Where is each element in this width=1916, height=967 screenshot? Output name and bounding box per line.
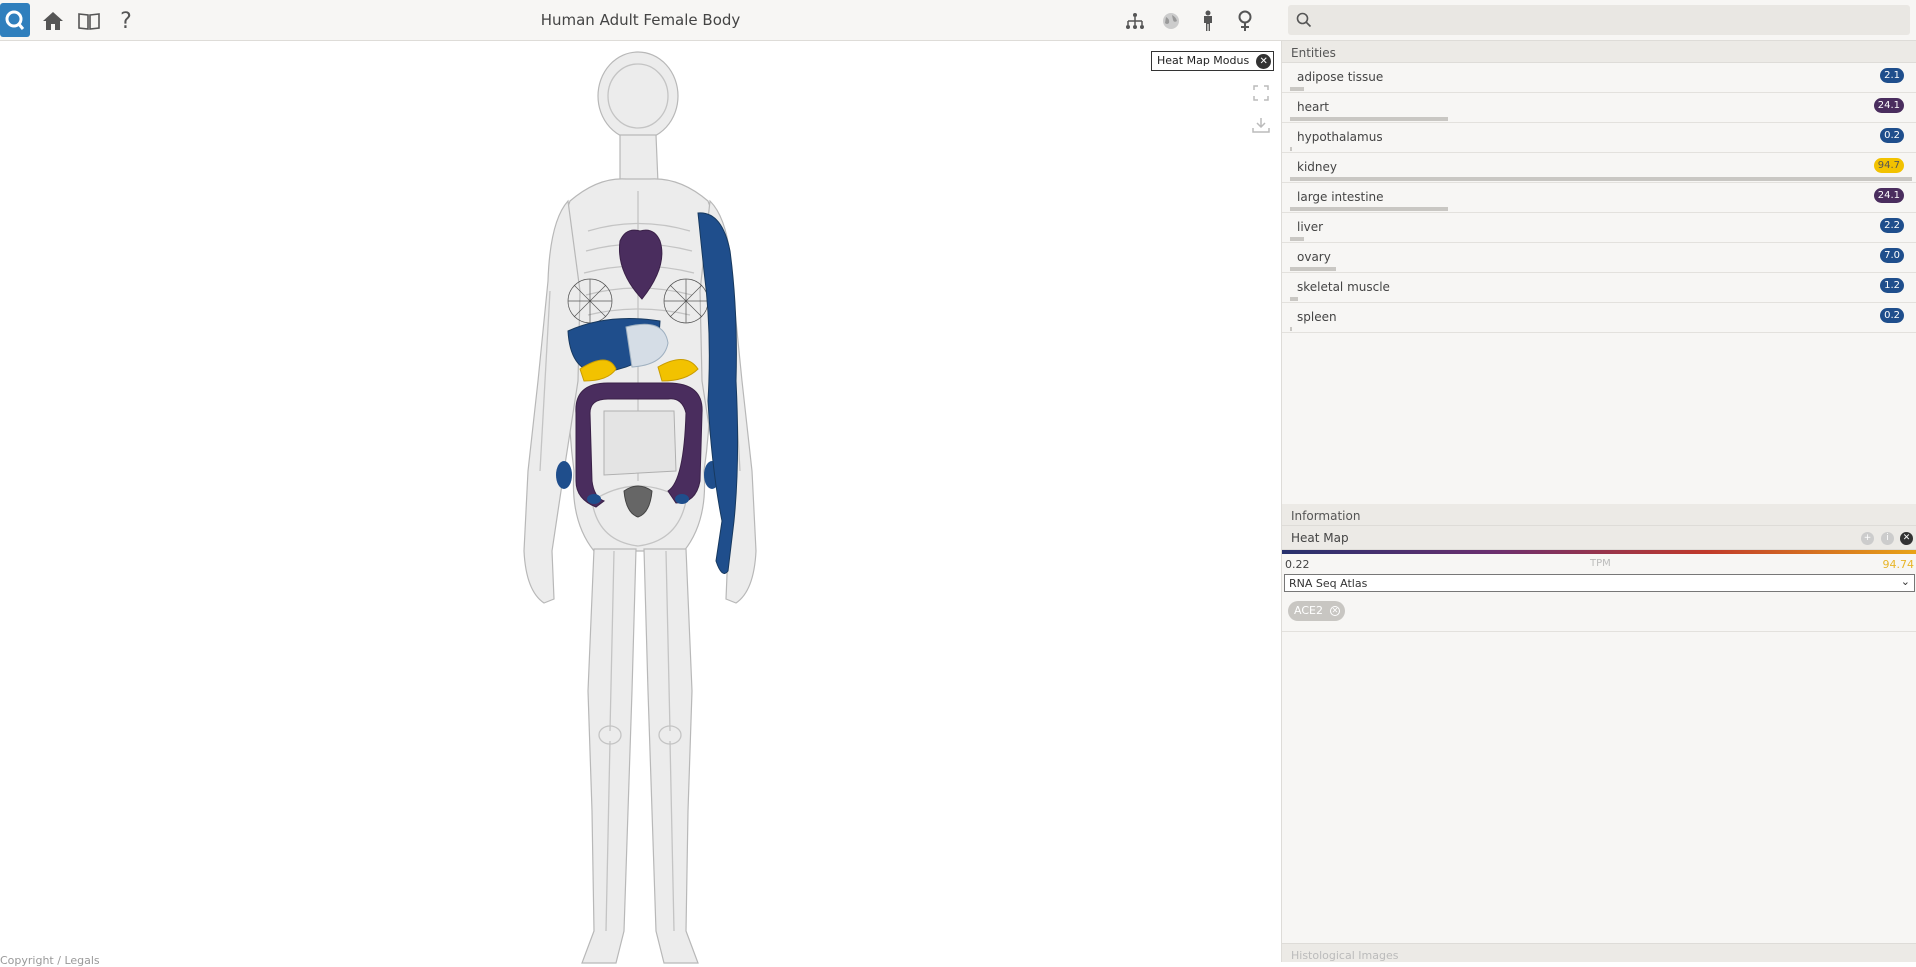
entity-bar <box>1290 117 1448 121</box>
left-ovary <box>587 494 601 504</box>
entity-value-badge: 24.1 <box>1873 98 1904 113</box>
download-icon[interactable] <box>1251 115 1271 135</box>
fullscreen-icon[interactable] <box>1251 83 1271 103</box>
search-icon <box>1296 12 1312 28</box>
heatmap-header: Heat Map + i ✕ <box>1282 526 1916 550</box>
search-box[interactable] <box>1288 5 1910 35</box>
dataset-select[interactable]: RNA Seq Atlas ⌄ <box>1284 574 1915 592</box>
entity-label: spleen <box>1297 310 1337 324</box>
entity-row[interactable]: large intestine 24.1 <box>1282 183 1916 213</box>
entity-value-badge: 2.2 <box>1880 218 1904 233</box>
close-icon[interactable]: ✕ <box>1900 532 1913 545</box>
small-intestine-organ <box>603 410 677 476</box>
app-logo-icon[interactable] <box>0 3 30 37</box>
entity-label: heart <box>1297 100 1329 114</box>
entity-row[interactable]: skeletal muscle 1.2 <box>1282 273 1916 303</box>
heatmap-label: Heat Map <box>1291 531 1349 545</box>
scale-max: 94.74 <box>1882 558 1915 571</box>
heatmap-scale: 0.22 TPM 94.74 <box>1282 554 1916 574</box>
entity-value-badge: 0.2 <box>1880 128 1904 143</box>
entity-row[interactable]: spleen 0.2 <box>1282 303 1916 333</box>
entity-label: large intestine <box>1297 190 1384 204</box>
hierarchy-icon[interactable] <box>1122 8 1148 34</box>
entity-row[interactable]: kidney 94.7 <box>1282 153 1916 183</box>
top-toolbar: ? Human Adult Female Body <box>0 0 1281 41</box>
entity-bar <box>1290 147 1292 151</box>
dataset-value: RNA Seq Atlas <box>1289 577 1368 590</box>
gene-chip[interactable]: ACE2 ✕ <box>1288 601 1345 621</box>
entity-label: hypothalamus <box>1297 130 1383 144</box>
entity-value-badge: 2.1 <box>1880 68 1904 83</box>
scale-unit: TPM <box>1590 558 1611 569</box>
search-bar <box>1281 0 1916 41</box>
book-icon[interactable] <box>76 8 102 34</box>
information-section: Information Heat Map + i ✕ 0.22 TPM 94.7… <box>1282 504 1916 632</box>
entity-value-badge: 94.7 <box>1873 158 1904 173</box>
entity-bar <box>1290 207 1448 211</box>
heatmap-mode-label: Heat Map Modus <box>1157 54 1250 67</box>
entities-header: Entities <box>1282 41 1916 63</box>
anatomy-canvas[interactable]: Heat Map Modus ✕ Copyright / Legals <box>0 41 1281 967</box>
gene-remove-icon[interactable]: ✕ <box>1329 606 1340 616</box>
entity-row[interactable]: ovary 7.0 <box>1282 243 1916 273</box>
entity-bar <box>1290 87 1304 91</box>
heatmap-mode-close-icon[interactable]: ✕ <box>1256 54 1272 69</box>
entity-label: ovary <box>1297 250 1331 264</box>
entity-label: adipose tissue <box>1297 70 1384 84</box>
information-header: Information <box>1282 504 1916 526</box>
entity-value-badge: 7.0 <box>1880 248 1904 263</box>
entity-label: skeletal muscle <box>1297 280 1390 294</box>
entity-value-badge: 24.1 <box>1873 188 1904 203</box>
right-ovary <box>675 494 689 504</box>
entity-bar <box>1290 267 1336 271</box>
globe-icon[interactable] <box>1158 8 1184 34</box>
page-title: Human Adult Female Body <box>540 11 741 29</box>
right-panel: Entities adipose tissue 2.1 heart 24.1 hypot… <box>1281 41 1916 962</box>
info-icon[interactable]: i <box>1881 532 1894 545</box>
entity-row[interactable]: hypothalamus 0.2 <box>1282 123 1916 153</box>
gene-area: ACE2 ✕ <box>1282 592 1916 632</box>
entity-row[interactable]: heart 24.1 <box>1282 93 1916 123</box>
chevron-down-icon: ⌄ <box>1900 575 1910 588</box>
entities-list: adipose tissue 2.1 heart 24.1 hypothalamus 0.… <box>1282 63 1916 504</box>
entity-value-badge: 0.2 <box>1880 308 1904 323</box>
entity-bar <box>1290 177 1912 181</box>
scale-min: 0.22 <box>1285 558 1310 571</box>
copyright-link[interactable]: Copyright / Legals <box>0 954 100 967</box>
female-body-illustration[interactable] <box>508 51 772 967</box>
entity-row[interactable]: liver 2.2 <box>1282 213 1916 243</box>
entity-label: liver <box>1297 220 1324 234</box>
entity-row[interactable]: adipose tissue 2.1 <box>1282 63 1916 93</box>
entity-value-badge: 1.2 <box>1880 278 1904 293</box>
search-input[interactable] <box>1318 9 1898 31</box>
entity-bar <box>1290 237 1304 241</box>
gene-label: ACE2 <box>1294 604 1323 617</box>
heatmap-mode-tag: Heat Map Modus ✕ <box>1151 51 1275 71</box>
help-icon[interactable]: ? <box>113 8 139 34</box>
histology-header[interactable]: Histological Images <box>1282 943 1916 962</box>
entity-bar <box>1290 327 1292 331</box>
female-icon[interactable] <box>1232 8 1258 34</box>
person-icon[interactable] <box>1195 8 1221 34</box>
left-adipose <box>556 461 572 489</box>
entity-label: kidney <box>1297 160 1337 174</box>
entity-bar <box>1290 297 1298 301</box>
home-icon[interactable] <box>40 8 66 34</box>
add-icon[interactable]: + <box>1861 532 1874 545</box>
